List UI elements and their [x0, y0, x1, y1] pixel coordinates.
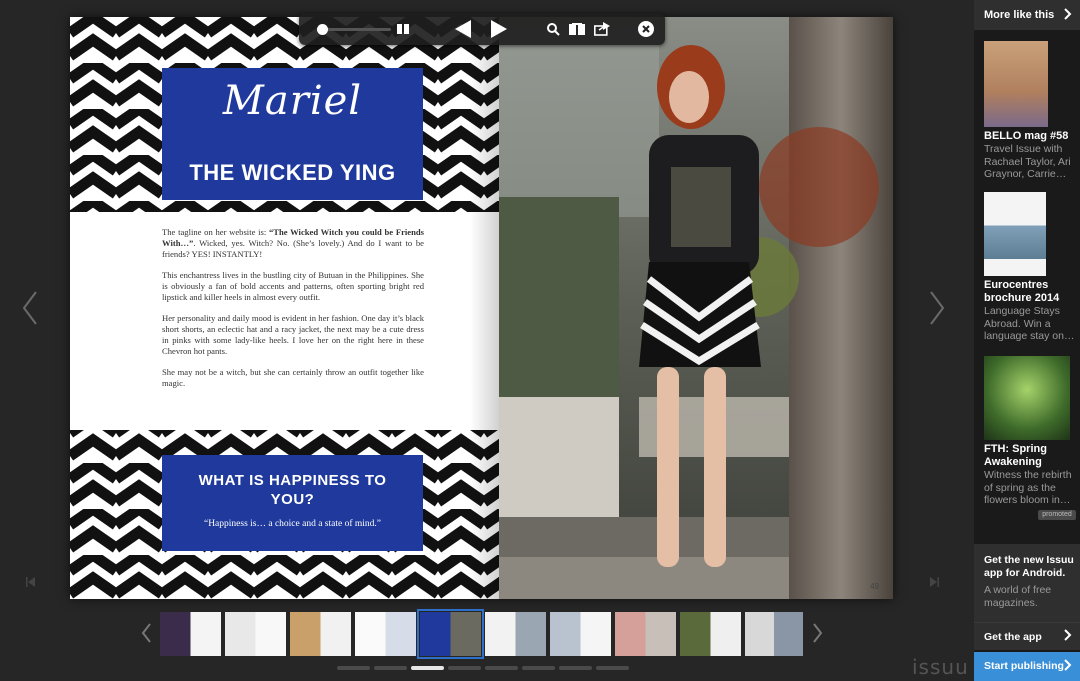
thumbnails-next-icon[interactable]: [810, 622, 824, 644]
recommendation-desc: Witness the rebirth of spring as the flo…: [984, 469, 1072, 506]
recommendation-item[interactable]: BELLO mag #58 Travel Issue with Rachael …: [984, 41, 1076, 181]
previous-page-arrow-icon[interactable]: [18, 288, 42, 328]
thumbnail[interactable]: [615, 612, 676, 656]
thumbnail[interactable]: [290, 612, 351, 656]
issuu-logo: issuu: [912, 655, 969, 679]
app-promo-desc: A world of free magazines.: [984, 584, 1052, 609]
start-publishing-button[interactable]: Start publishing: [974, 652, 1080, 681]
left-page: Mariel THE WICKED YING The tagline on he…: [70, 17, 499, 599]
pagination-dot[interactable]: [596, 666, 629, 670]
title-box: Mariel THE WICKED YING: [162, 68, 423, 200]
magazine-cover: [984, 192, 1046, 276]
script-title: Mariel: [222, 78, 363, 124]
recommendation-title: FTH: Spring Awakening: [984, 443, 1047, 468]
promoted-badge: promoted: [1038, 510, 1076, 520]
two-page-view-icon[interactable]: [392, 18, 414, 40]
first-page-icon[interactable]: [25, 575, 37, 587]
recommendation-desc: Travel Issue with Rachael Taylor, Ari Gr…: [984, 143, 1071, 180]
pagination-dot[interactable]: [337, 666, 370, 670]
pagination-dot[interactable]: [448, 666, 481, 670]
magazine-cover: [984, 356, 1070, 440]
pagination-dot[interactable]: [374, 666, 407, 670]
share-icon[interactable]: [591, 18, 613, 40]
get-the-app-button[interactable]: Get the app: [974, 622, 1080, 650]
chevron-right-icon: [1064, 629, 1072, 644]
thumbnail[interactable]: [225, 612, 286, 656]
thumbnail[interactable]: [485, 612, 546, 656]
start-publishing-label: Start publishing: [984, 660, 1064, 672]
question-title: WHAT IS HAPPINESS TO YOU?: [198, 472, 387, 508]
pagination-dot[interactable]: [485, 666, 518, 670]
paragraph-3: Her personality and daily mood is eviden…: [162, 313, 424, 356]
thumbnail[interactable]: [550, 612, 611, 656]
paragraph-2: This enchantress lives in the bustling c…: [162, 270, 424, 302]
recommendation-title: BELLO mag #58: [984, 130, 1069, 142]
magazine-spread[interactable]: Mariel THE WICKED YING The tagline on he…: [70, 17, 893, 599]
zoom-slider-track[interactable]: [321, 28, 391, 31]
app-promo-title: Get the new Issuu app for Android.: [984, 554, 1074, 579]
reader-toolbar: [299, 13, 665, 45]
get-the-app-label: Get the app: [984, 631, 1042, 643]
fashion-photo: [499, 17, 893, 599]
paragraph-4: She may not be a witch, but she can cert…: [162, 367, 424, 388]
question-answer: “Happiness is… a choice and a state of m…: [203, 519, 381, 529]
article-body: The tagline on her website is: “The Wick…: [162, 227, 424, 399]
stack-icon[interactable]: [566, 18, 588, 40]
thumbnail[interactable]: [680, 612, 741, 656]
pagination-dot-active[interactable]: [411, 666, 444, 670]
more-like-this-header[interactable]: More like this: [974, 0, 1080, 30]
thumbnail-strip: [160, 609, 810, 659]
previous-page-icon[interactable]: [452, 18, 474, 40]
close-icon[interactable]: [635, 18, 657, 40]
thumbnail[interactable]: [745, 612, 803, 656]
recommendation-desc: Language Stays Abroad. Win a language st…: [984, 305, 1075, 342]
recommendations-sidebar: More like this BELLO mag #58 Travel Issu…: [974, 0, 1080, 681]
more-like-this-label: More like this: [984, 9, 1055, 21]
magazine-cover: [984, 41, 1048, 127]
recommendation-title: Eurocentres brochure 2014: [984, 279, 1060, 304]
thumbnails-prev-icon[interactable]: [140, 622, 154, 644]
pagination-dots: [337, 666, 637, 670]
chevron-right-icon: [1064, 8, 1072, 23]
right-page-photo: 49: [499, 17, 893, 599]
article-title: THE WICKED YING: [189, 160, 396, 185]
pagination-dot[interactable]: [522, 666, 555, 670]
recommendation-item[interactable]: FTH: Spring Awakening Witness the rebirt…: [984, 356, 1076, 520]
reader-stage: Mariel THE WICKED YING The tagline on he…: [0, 0, 974, 681]
recommendation-item[interactable]: Eurocentres brochure 2014 Language Stays…: [984, 192, 1076, 343]
search-icon[interactable]: [542, 18, 564, 40]
paragraph-1: The tagline on her website is: “The Wick…: [162, 227, 424, 259]
zoom-slider-knob[interactable]: [317, 24, 328, 35]
pagination-dot[interactable]: [559, 666, 592, 670]
thumbnail[interactable]: [355, 612, 416, 656]
chevron-right-icon: [1064, 659, 1072, 674]
thumbnail[interactable]: [160, 612, 221, 656]
page-number: 49: [870, 582, 879, 591]
thumbnail-active[interactable]: [417, 609, 484, 659]
next-page-icon[interactable]: [488, 18, 510, 40]
last-page-icon[interactable]: [928, 575, 940, 587]
next-page-arrow-icon[interactable]: [925, 288, 949, 328]
question-box: WHAT IS HAPPINESS TO YOU? “Happiness is……: [162, 455, 423, 551]
